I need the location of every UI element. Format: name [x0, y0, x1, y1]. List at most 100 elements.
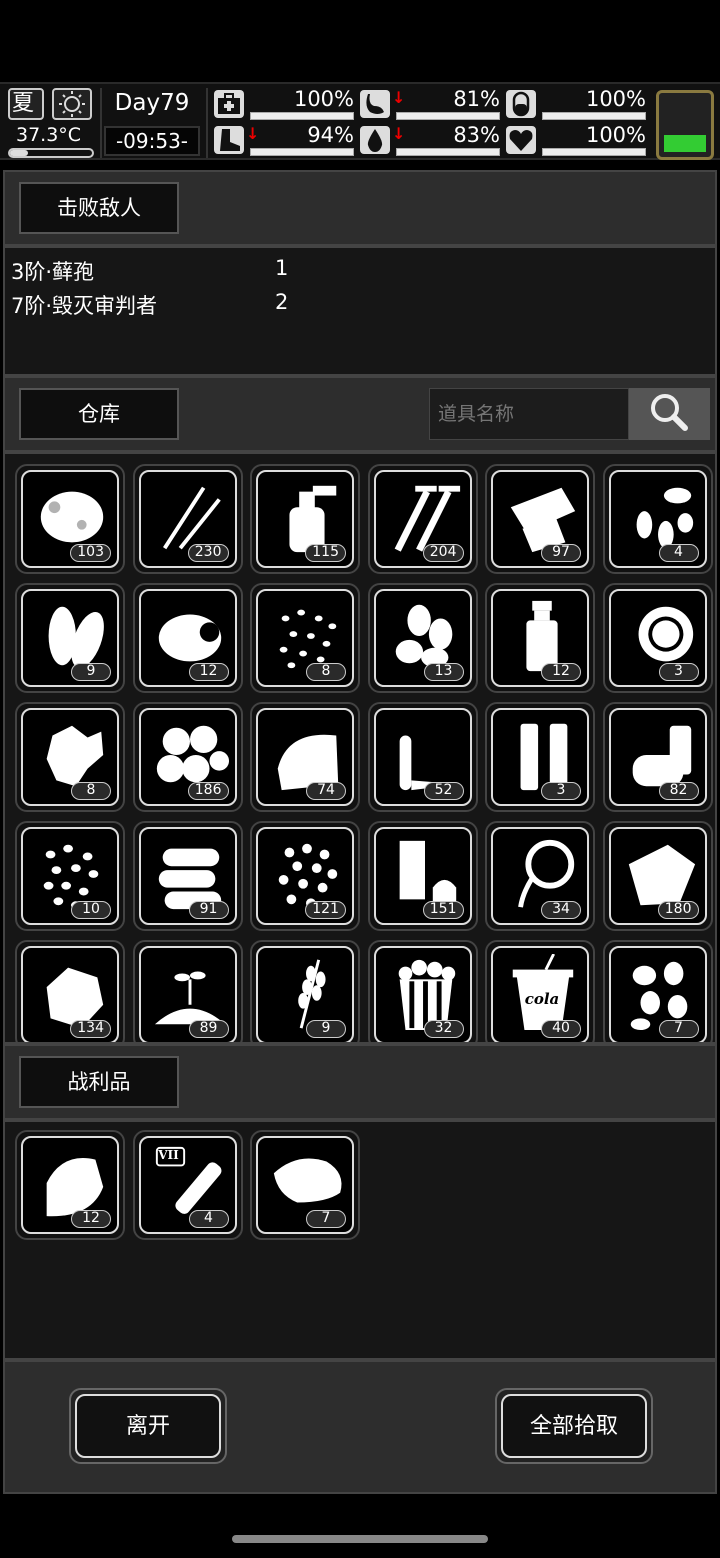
leave-button[interactable]: 离开: [69, 1388, 227, 1464]
item-count-badge: 12: [541, 663, 581, 681]
search-button[interactable]: [629, 388, 710, 440]
search-icon: [650, 393, 688, 431]
item-slot[interactable]: 103: [15, 464, 125, 574]
stomach-icon: [360, 90, 390, 118]
item-slot[interactable]: VII 4: [132, 1130, 243, 1240]
item-slot[interactable]: 9: [15, 583, 125, 693]
item-slot-frame: 34: [491, 827, 589, 925]
tab-loot[interactable]: 战利品: [19, 1056, 179, 1108]
stat-value: 94%: [307, 123, 354, 147]
item-slot[interactable]: 91: [132, 821, 243, 931]
item-slot[interactable]: 89: [132, 940, 243, 1042]
season-indicator: 夏: [8, 88, 44, 120]
action-bar: 离开 全部拾取: [3, 1360, 717, 1494]
stat-mood: 100%: [506, 124, 646, 156]
item-slot[interactable]: 34: [485, 821, 595, 931]
item-slot[interactable]: 97: [485, 464, 595, 574]
item-slot[interactable]: 180: [602, 821, 713, 931]
item-slot[interactable]: 8: [250, 583, 360, 693]
loot-grid: 12 VII 4 7: [15, 1130, 713, 1240]
item-slot-frame: 10: [21, 827, 119, 925]
item-slot[interactable]: 32: [367, 940, 478, 1042]
stat-stamina: ↓ 94%: [214, 124, 354, 156]
home-indicator[interactable]: [232, 1535, 488, 1543]
item-count-badge: 7: [306, 1210, 346, 1228]
item-slot[interactable]: 10: [15, 821, 125, 931]
item-slot[interactable]: 3: [485, 702, 595, 812]
item-count-badge: 8: [306, 663, 346, 681]
item-slot[interactable]: 12: [132, 583, 243, 693]
item-slot-frame: 12: [21, 1136, 119, 1234]
item-slot[interactable]: 151: [367, 821, 478, 931]
stat-stomach: ↓ 81%: [360, 88, 500, 120]
stat-arrow: ↓: [392, 124, 406, 143]
stat-bar: [542, 148, 646, 156]
take-all-button[interactable]: 全部拾取: [495, 1388, 653, 1464]
item-count-badge: 32: [423, 1020, 464, 1038]
take-all-button-label[interactable]: 全部拾取: [501, 1394, 647, 1458]
item-count-badge: 89: [188, 1020, 229, 1038]
enemy-name: 7阶·毁灭审判者: [11, 294, 158, 318]
item-slot-frame: 3: [608, 589, 707, 687]
item-slot[interactable]: 115: [250, 464, 360, 574]
item-slot[interactable]: 134: [15, 940, 125, 1042]
item-slot[interactable]: 74: [250, 702, 360, 812]
item-count-badge: 97: [541, 544, 581, 562]
item-icon-text: cola: [524, 990, 560, 1008]
battery-level: [664, 135, 706, 152]
item-count-badge: 10: [71, 901, 111, 919]
item-slot-frame: 230: [138, 470, 237, 568]
item-slot[interactable]: 4: [602, 464, 713, 574]
stat-value: 81%: [453, 87, 500, 111]
leave-button-label[interactable]: 离开: [75, 1394, 221, 1458]
stat-bar: [542, 112, 646, 120]
item-slot[interactable]: 82: [602, 702, 713, 812]
item-slot[interactable]: 13: [367, 583, 478, 693]
tab-defeated-enemies[interactable]: 击败敌人: [19, 182, 179, 234]
item-slot[interactable]: 3: [602, 583, 713, 693]
item-slot[interactable]: 12: [485, 583, 595, 693]
item-slot-frame: 97: [491, 470, 589, 568]
tab-storage[interactable]: 仓库: [19, 388, 179, 440]
stat-arrow: ↓: [392, 88, 406, 107]
item-slot-frame: 32: [373, 946, 472, 1042]
stat-value: 100%: [293, 87, 354, 111]
item-slot[interactable]: 7: [250, 1130, 360, 1240]
item-slot[interactable]: 204: [367, 464, 478, 574]
item-slot[interactable]: 121: [250, 821, 360, 931]
item-slot-frame: 9: [21, 589, 119, 687]
item-slot-frame: 134: [21, 946, 119, 1042]
item-slot[interactable]: cola 40: [485, 940, 595, 1042]
item-slot[interactable]: 52: [367, 702, 478, 812]
day-counter: Day79: [114, 90, 190, 116]
item-count-badge: 8: [71, 782, 111, 800]
item-count-badge: 4: [188, 1210, 229, 1228]
item-slot-frame: 82: [608, 708, 707, 806]
item-count-badge: 52: [423, 782, 464, 800]
item-count-badge: 9: [306, 1020, 346, 1038]
item-slot[interactable]: 7: [602, 940, 713, 1042]
item-count-badge: 151: [422, 901, 464, 919]
heart-icon: [506, 126, 536, 154]
stat-bar: [396, 148, 500, 156]
item-slot[interactable]: 12: [15, 1130, 125, 1240]
item-count-badge: 91: [188, 901, 229, 919]
stat-bar: [250, 148, 354, 156]
item-slot[interactable]: 8: [15, 702, 125, 812]
item-slot[interactable]: 9: [250, 940, 360, 1042]
item-slot-frame: 180: [608, 827, 707, 925]
item-count-badge: 12: [188, 663, 229, 681]
clock: -09:53-: [104, 126, 200, 156]
loot-area: 12 VII 4 7: [3, 1120, 717, 1360]
item-search-input[interactable]: [429, 388, 629, 440]
item-count-badge: 34: [541, 901, 581, 919]
stat-bar: [250, 112, 354, 120]
item-slot[interactable]: 186: [132, 702, 243, 812]
item-slot[interactable]: 230: [132, 464, 243, 574]
item-count-badge: 180: [657, 901, 699, 919]
enemy-count: 1: [275, 256, 289, 280]
item-count-badge: 121: [305, 901, 346, 919]
item-count-badge: 40: [541, 1020, 581, 1038]
item-count-badge: 3: [658, 663, 699, 681]
item-slot-frame: 13: [373, 589, 472, 687]
